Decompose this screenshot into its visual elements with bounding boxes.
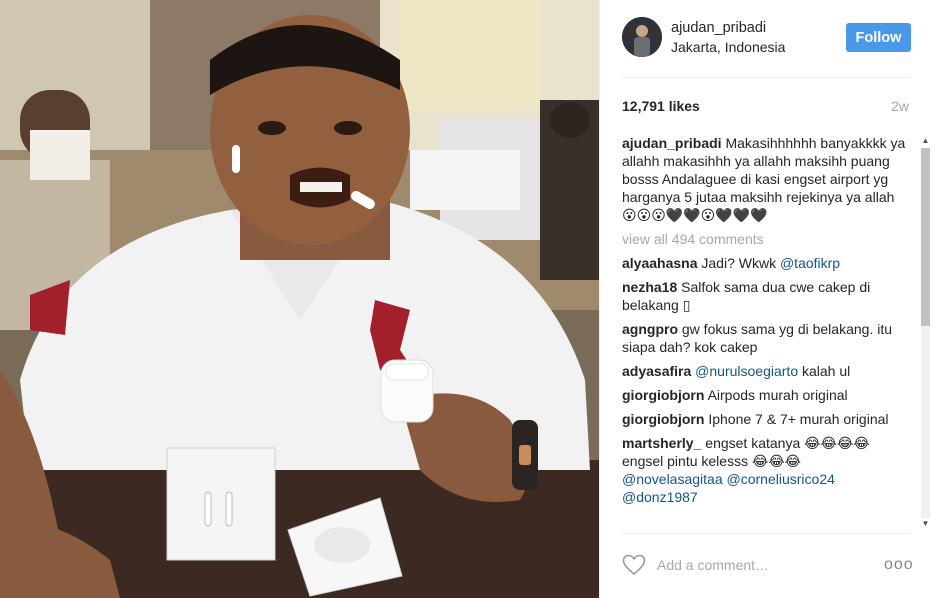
comment-item: giorgiobjorn Airpods murah original (622, 386, 912, 404)
caption-username[interactable]: ajudan_pribadi (622, 135, 722, 151)
photo-illustration (0, 0, 599, 598)
heart-outline-icon[interactable] (622, 554, 646, 576)
comment-text: kalah ul (798, 363, 851, 379)
header-divider (622, 77, 911, 78)
comment-username[interactable]: giorgiobjorn (622, 387, 704, 403)
post-header: ajudan_pribadi Jakarta, Indonesia Follow (600, 0, 933, 78)
avatar[interactable] (622, 17, 662, 57)
comment-item: agngpro gw fokus sama yg di belakang. it… (622, 320, 912, 356)
scrollbar-thumb[interactable] (921, 148, 930, 326)
comment-mention[interactable]: @nurulsoegiarto (695, 363, 798, 379)
scroll-up-arrow-icon[interactable]: ▲ (921, 136, 930, 146)
more-options-icon[interactable]: ooo (884, 557, 914, 573)
avatar-image (622, 17, 662, 57)
comment-username[interactable]: agngpro (622, 321, 678, 337)
follow-button[interactable]: Follow (846, 23, 911, 52)
post-time[interactable]: 2w (891, 98, 909, 114)
post-username[interactable]: ajudan_pribadi (671, 20, 766, 36)
comment-mention[interactable]: @novelasagitaa (622, 471, 723, 487)
caption: ajudan_pribadi Makasihhhhhh banyakkkk ya… (622, 134, 912, 224)
comment-username[interactable]: alyaahasna (622, 255, 698, 271)
comment-mention[interactable]: @corneliusrico24 (727, 471, 835, 487)
comment-text: Iphone 7 & 7+ murah original (708, 411, 889, 427)
comment-item: giorgiobjorn Iphone 7 & 7+ murah origina… (622, 410, 912, 428)
comment-username[interactable]: martsherly_ (622, 435, 701, 451)
comments-scrollbar[interactable]: ▲ ▼ (918, 134, 932, 532)
comment-mention[interactable]: @taofikrp (780, 255, 840, 271)
post-side-panel: ajudan_pribadi Jakarta, Indonesia Follow… (599, 0, 933, 598)
comment-username[interactable]: giorgiobjorn (622, 411, 704, 427)
view-all-comments-link[interactable]: view all 494 comments (622, 230, 912, 248)
instagram-post-modal: ajudan_pribadi Jakarta, Indonesia Follow… (0, 0, 933, 598)
comment-item: alyaahasna Jadi? Wkwk @taofikrp (622, 254, 912, 272)
comment-input[interactable] (657, 555, 857, 575)
comment-username[interactable]: nezha18 (622, 279, 677, 295)
likes-count[interactable]: 12,791 likes (622, 98, 700, 114)
add-comment-bar: ooo (600, 534, 933, 598)
comment-text: Jadi? Wkwk (701, 255, 780, 271)
post-photo[interactable] (0, 0, 599, 598)
comment-mention[interactable]: @donz1987 (622, 489, 698, 505)
comment-text: Airpods murah original (707, 387, 848, 403)
post-location[interactable]: Jakarta, Indonesia (671, 39, 785, 55)
scroll-down-arrow-icon[interactable]: ▼ (921, 519, 930, 529)
comments-list[interactable]: ajudan_pribadi Makasihhhhhh banyakkkk ya… (622, 134, 912, 532)
comment-username[interactable]: adyasafira (622, 363, 691, 379)
comment-item: adyasafira @nurulsoegiarto kalah ul (622, 362, 912, 380)
comment-item: nezha18 Salfok sama dua cwe cakep di bel… (622, 278, 912, 314)
comment-item: martsherly_ engset katanya 😂😂😂😂 engsel p… (622, 434, 912, 506)
